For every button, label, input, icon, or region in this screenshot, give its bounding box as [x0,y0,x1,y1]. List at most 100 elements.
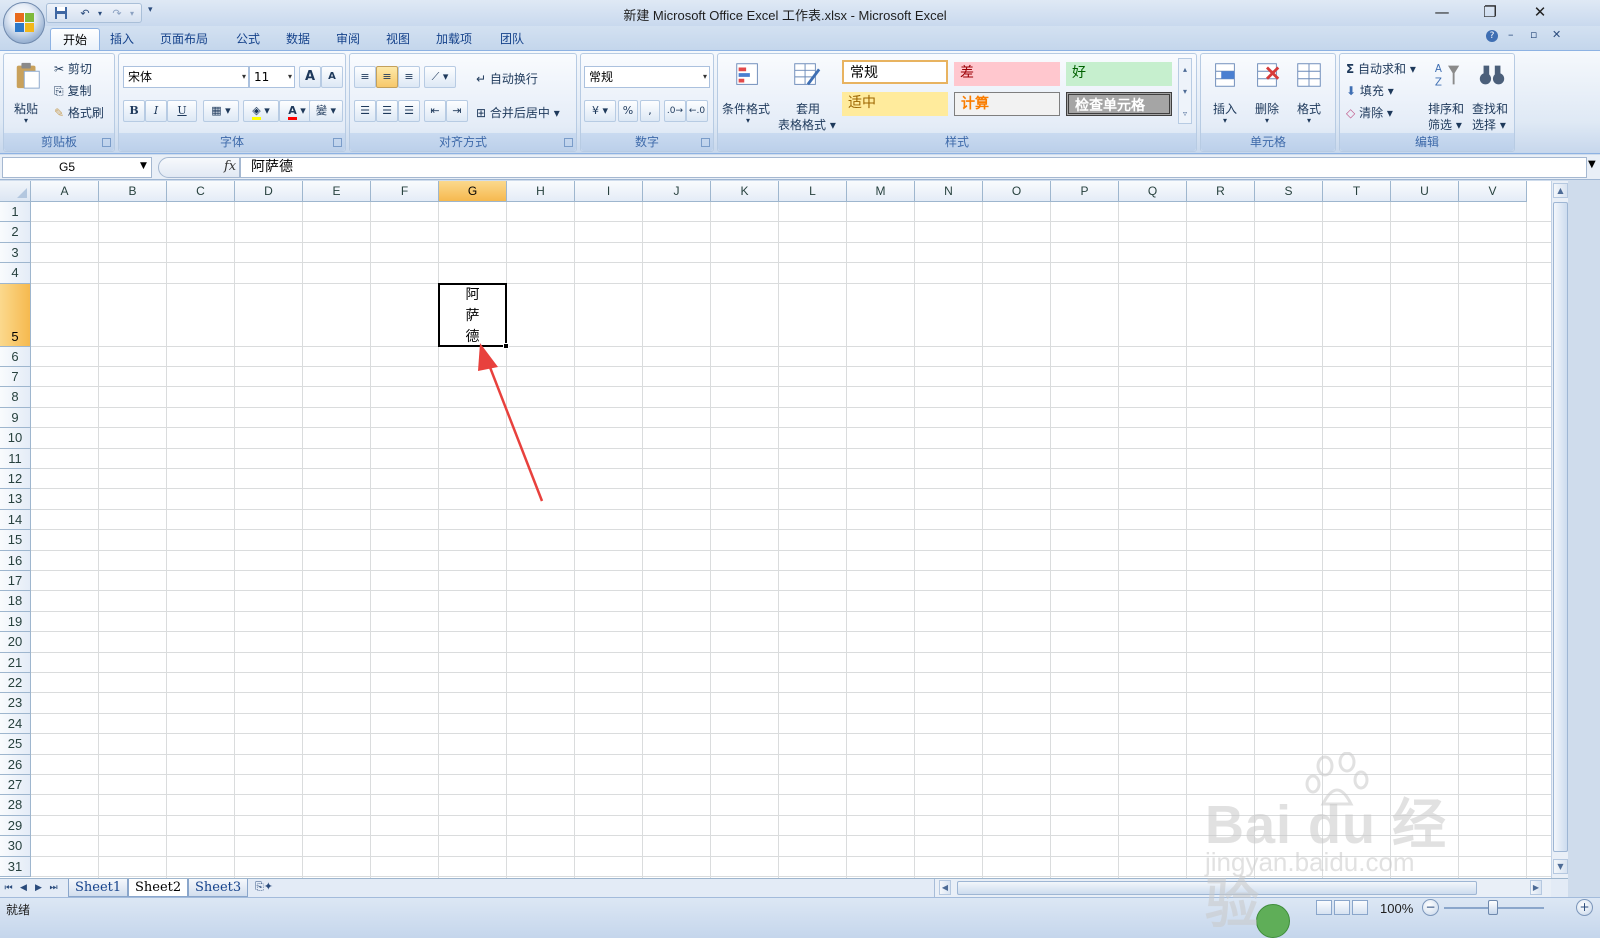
italic-button[interactable]: I [145,100,167,122]
styles-gallery-scroll[interactable]: ▴ ▾ ▿ [1178,58,1192,124]
row-header-17[interactable]: 17 [0,571,31,592]
align-center-button[interactable]: ☰ [376,100,398,122]
column-header-f[interactable]: F [371,181,439,202]
restore-button[interactable]: ❐ [1470,2,1510,22]
column-header-c[interactable]: C [167,181,235,202]
column-header-h[interactable]: H [507,181,575,202]
number-launcher-icon[interactable] [701,138,710,147]
row-header-29[interactable]: 29 [0,815,31,837]
delete-cells-button[interactable]: 删除 ▾ [1247,58,1287,130]
find-select-button[interactable]: 查找和 选择 ▾ [1470,58,1514,132]
merge-center-button[interactable]: ⊞ 合并后居中 ▾ [476,104,560,121]
column-header-l[interactable]: L [779,181,847,202]
font-size-select[interactable]: 11 ▾ [249,66,295,88]
tab-page-layout[interactable]: 页面布局 [148,28,220,50]
tab-formulas[interactable]: 公式 [224,28,272,50]
column-header-u[interactable]: U [1391,181,1459,202]
column-header-e[interactable]: E [303,181,371,202]
row-header-22[interactable]: 22 [0,673,31,694]
row-header-6[interactable]: 6 [0,346,31,367]
name-box[interactable]: G5 [2,157,152,178]
format-painter-button[interactable]: ✎ 格式刷 [54,104,104,121]
row-header-15[interactable]: 15 [0,530,31,551]
column-header-p[interactable]: P [1051,181,1119,202]
row-header-25[interactable]: 25 [0,734,31,755]
tab-home[interactable]: 开始 [50,28,101,50]
tab-review[interactable]: 审阅 [324,28,372,50]
close-button[interactable]: ✕ [1520,2,1560,22]
row-header-7[interactable]: 7 [0,367,31,388]
wrap-text-button[interactable]: ↵ 自动换行 [476,70,538,87]
borders-button[interactable]: ▦ ▾ [203,100,239,122]
sheet-tab-sheet3[interactable]: Sheet3 [188,879,249,897]
vertical-scroll-thumb[interactable] [1553,202,1568,852]
row-header-30[interactable]: 30 [0,836,31,857]
style-calculation[interactable]: 计算 [954,92,1060,116]
row-header-16[interactable]: 16 [0,550,31,571]
format-as-table-button[interactable]: 套用 表格格式 ▾ [776,58,838,132]
conditional-format-button[interactable]: 条件格式 ▾ [720,58,776,130]
zoom-out-icon[interactable]: − [1422,899,1439,916]
row-header-19[interactable]: 19 [0,611,31,633]
increase-decimal-button[interactable]: .0→ [664,100,686,122]
column-header-m[interactable]: M [847,181,915,202]
cut-button[interactable]: ✂ 剪切 [54,60,92,77]
align-bottom-button[interactable]: ≡ [398,66,420,88]
align-middle-button[interactable]: ≡ [376,66,398,88]
insert-function-button[interactable]: fx [224,159,236,174]
column-header-j[interactable]: J [643,181,711,202]
help-icon[interactable]: ? [1486,30,1498,42]
sheet-tab-sheet2[interactable]: Sheet2 [128,879,189,897]
style-neutral[interactable]: 适中 [842,92,948,116]
minimize-button[interactable]: — [1422,2,1462,22]
tab-addins[interactable]: 加载项 [424,28,484,50]
row-header-20[interactable]: 20 [0,632,31,653]
sheet-tab-sheet1[interactable]: Sheet1 [68,879,129,897]
sort-filter-button[interactable]: AZ 排序和 筛选 ▾ [1426,58,1470,132]
row-header-8[interactable]: 8 [0,387,31,408]
row-header-12[interactable]: 12 [0,469,31,490]
column-header-g[interactable]: G [439,181,507,202]
autosum-button[interactable]: Σ 自动求和 ▾ [1346,60,1416,77]
scroll-down-icon[interactable]: ▼ [1553,859,1568,874]
column-header-d[interactable]: D [235,181,303,202]
column-header-t[interactable]: T [1323,181,1391,202]
fill-button[interactable]: ⬇ 填充 ▾ [1346,82,1394,99]
style-normal[interactable]: 常规 [842,60,948,84]
column-header-s[interactable]: S [1255,181,1323,202]
row-header-13[interactable]: 13 [0,489,31,510]
row-header-24[interactable]: 24 [0,713,31,735]
style-check-cell[interactable]: 检查单元格 [1066,92,1172,116]
font-name-select[interactable]: 宋体 ▾ [123,66,249,88]
phonetic-button[interactable]: 變 ▾ [309,100,343,122]
row-header-18[interactable]: 18 [0,591,31,612]
column-header-q[interactable]: Q [1119,181,1187,202]
currency-button[interactable]: ¥ ▾ [584,100,616,122]
row-header-21[interactable]: 21 [0,652,31,673]
vertical-scrollbar[interactable]: ▲ ▼ [1551,181,1568,878]
fill-color-button[interactable]: ◈ ▾ [243,100,279,122]
next-sheet-icon[interactable]: ▶ [32,881,45,895]
prev-sheet-icon[interactable]: ◀ [17,881,30,895]
clear-button[interactable]: ◇ 清除 ▾ [1346,104,1393,121]
clipboard-launcher-icon[interactable] [102,138,111,147]
shrink-font-button[interactable]: A [321,66,343,88]
horizontal-scrollbar[interactable]: ◀ ▶ [934,879,1551,897]
name-box-dropdown-icon[interactable]: ▼ [140,161,147,171]
style-good[interactable]: 好 [1066,62,1172,86]
formula-input[interactable]: 阿萨德 [240,157,1587,178]
workbook-close-icon[interactable]: ✕ [1552,28,1561,41]
row-header-4[interactable]: 4 [0,263,31,284]
column-header-n[interactable]: N [915,181,983,202]
insert-cells-button[interactable]: 插入 ▾ [1205,58,1245,130]
page-layout-view-icon[interactable] [1334,900,1350,915]
row-header-11[interactable]: 11 [0,448,31,469]
orientation-button[interactable]: ⟋ ▾ [424,66,456,88]
workbook-minimize-icon[interactable]: – [1508,28,1514,41]
row-header-9[interactable]: 9 [0,407,31,429]
row-header-31[interactable]: 31 [0,856,31,877]
style-bad[interactable]: 差 [954,62,1060,86]
format-cells-button[interactable]: 格式 ▾ [1289,58,1329,130]
active-cell-g5[interactable]: 阿 萨 德 [438,282,509,349]
page-break-view-icon[interactable] [1352,900,1368,915]
